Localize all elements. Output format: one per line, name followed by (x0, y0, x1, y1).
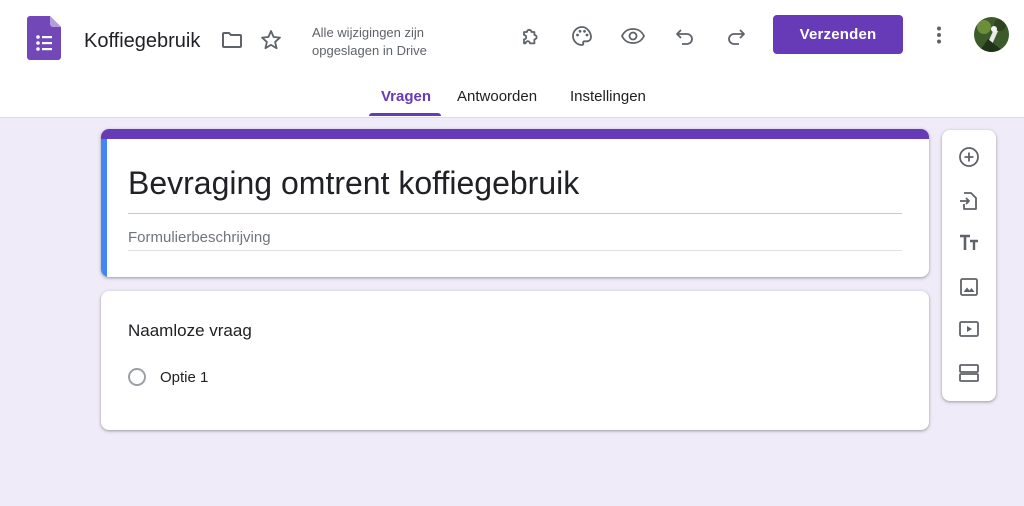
tab-vragen[interactable]: Vragen (381, 88, 431, 105)
add-video-icon[interactable] (957, 317, 981, 341)
selection-indicator (101, 139, 107, 277)
tab-antwoorden[interactable]: Antwoorden (457, 88, 537, 105)
question-card[interactable]: Naamloze vraag Optie 1 (101, 291, 929, 430)
add-question-icon[interactable] (957, 145, 981, 169)
add-title-icon[interactable] (957, 231, 981, 255)
send-button[interactable]: Verzenden (773, 15, 903, 54)
redo-icon[interactable] (722, 22, 750, 50)
title-underline (128, 213, 902, 214)
floating-toolbar (942, 130, 996, 401)
preview-eye-icon[interactable] (619, 22, 647, 50)
option-label[interactable]: Optie 1 (160, 369, 208, 386)
description-underline (128, 250, 902, 251)
addons-icon[interactable] (517, 22, 545, 50)
add-image-icon[interactable] (957, 275, 981, 299)
radio-option-circle (128, 368, 146, 386)
palette-icon[interactable] (568, 22, 596, 50)
active-tab-indicator (369, 113, 441, 116)
add-section-icon[interactable] (957, 361, 981, 385)
save-status: Alle wijzigingen zijn opgeslagen in Driv… (312, 25, 427, 58)
top-bar: Koffiegebruik Alle wijzigingen zijn opge… (0, 0, 1024, 118)
undo-icon[interactable] (671, 22, 699, 50)
more-vert-icon[interactable] (926, 22, 952, 48)
tab-bar: Vragen Antwoorden Instellingen (0, 88, 1024, 118)
document-title[interactable]: Koffiegebruik (84, 30, 200, 53)
avatar[interactable] (974, 17, 1009, 52)
question-title[interactable]: Naamloze vraag (128, 321, 252, 341)
tab-instellingen[interactable]: Instellingen (570, 88, 646, 105)
form-description-field[interactable]: Formulierbeschrijving (128, 229, 271, 246)
star-icon[interactable] (258, 27, 284, 53)
theme-strip (101, 129, 929, 139)
form-header-card[interactable]: Bevraging omtrent koffiegebruik Formulie… (101, 129, 929, 277)
forms-app-icon[interactable] (27, 16, 61, 60)
import-questions-icon[interactable] (957, 189, 981, 213)
form-title[interactable]: Bevraging omtrent koffiegebruik (128, 165, 579, 202)
folder-icon[interactable] (219, 27, 245, 53)
